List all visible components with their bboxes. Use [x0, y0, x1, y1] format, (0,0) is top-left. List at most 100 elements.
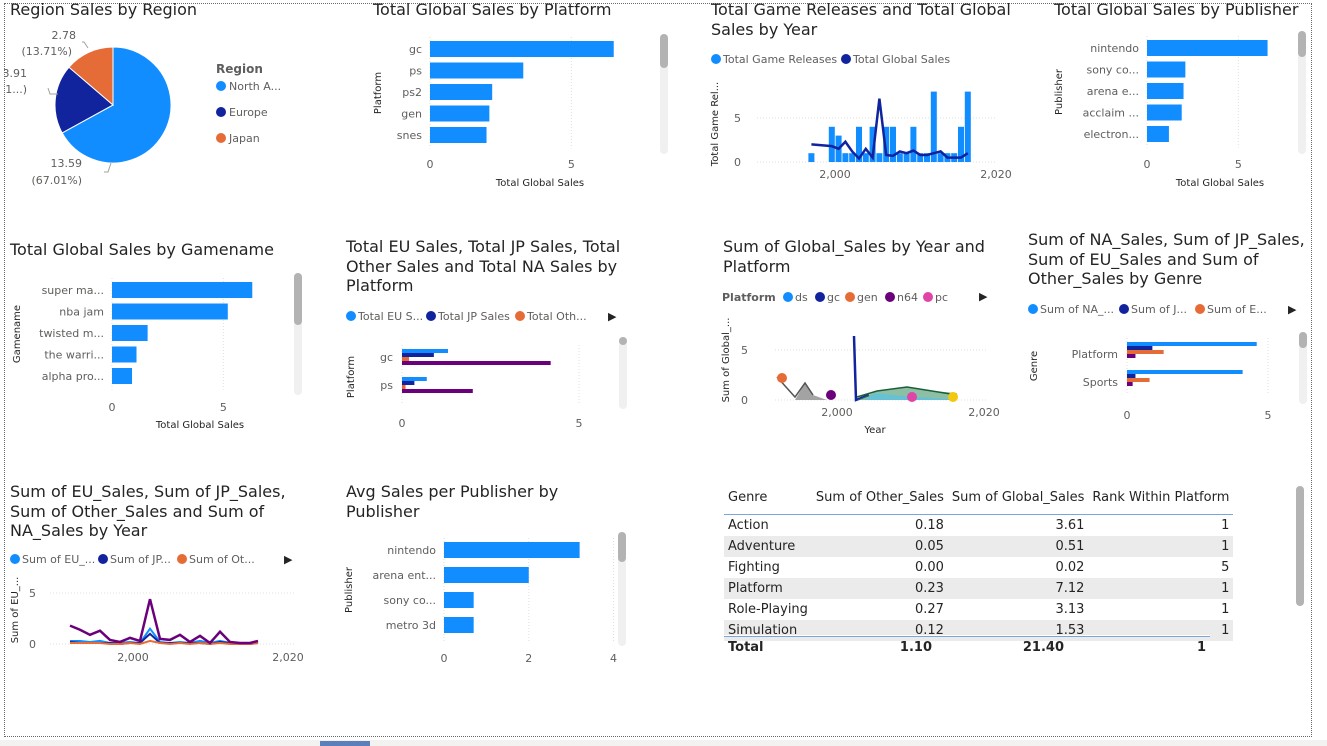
legend-item: Total JP Sales: [437, 310, 510, 323]
y-tick-label: 0: [741, 394, 748, 407]
releases-combo-visual[interactable]: Total Game Releases and Total Global Sal…: [705, 0, 1020, 200]
table-total-row: Total 1.10 21.40 1: [724, 636, 1210, 658]
legend-marker: [841, 54, 851, 64]
y-tick-label: 5: [734, 112, 741, 125]
column-header[interactable]: Sum of Global_Sales: [948, 480, 1089, 515]
genre-table-visual[interactable]: Genre Sum of Other_Sales Sum of Global_S…: [722, 480, 1312, 665]
bar: [842, 153, 849, 162]
publisher-bar-chart: 0 5 nintendo sony co... arena e... acclaim ..…: [1054, 36, 1268, 189]
bar: [1127, 374, 1136, 378]
bar: [402, 377, 427, 381]
region-pie-visual[interactable]: Region Sales by Region 13.59 (67.01%) 3.91…: [4, 0, 334, 200]
scrollbar-track[interactable]: [1299, 332, 1307, 404]
bar: [896, 153, 903, 162]
x-axis-title: Total Global Sales: [1175, 178, 1264, 189]
bar: [402, 361, 551, 365]
scrollbar-thumb[interactable]: [1296, 486, 1304, 606]
scrollbar-thumb[interactable]: [660, 34, 668, 68]
bar: [1127, 378, 1150, 382]
row-label: Platform: [724, 578, 812, 599]
table-row[interactable]: Action 0.18 3.61 1: [724, 515, 1233, 537]
legend-item: Sum of E...: [1207, 303, 1267, 316]
table-row[interactable]: Role-Playing 0.27 3.13 1: [724, 599, 1233, 620]
year-lines-visual[interactable]: Sum of EU_Sales, Sum of JP_Sales, Sum of…: [4, 482, 314, 672]
platform-bar-visual[interactable]: Total Global Sales by Platform 0 5 gc ps ps2…: [340, 0, 675, 200]
y-tick-label: Sports: [1083, 376, 1119, 389]
table-row[interactable]: Fighting 0.00 0.02 5: [724, 557, 1233, 578]
legend-item: Total EU S...: [357, 310, 423, 323]
legend-item: Total Global Sales: [852, 53, 950, 66]
scrollbar-thumb[interactable]: [619, 337, 627, 345]
y-tick-label: ps: [380, 379, 393, 392]
column-header[interactable]: Genre: [724, 480, 812, 515]
scrollbar-thumb[interactable]: [618, 532, 626, 562]
scrollbar-track[interactable]: [294, 273, 302, 395]
region-platform-bar-visual[interactable]: Total EU Sales, Total JP Sales, Total Ot…: [340, 237, 640, 437]
x-tick-label: 0: [1124, 409, 1131, 422]
table-row[interactable]: Platform 0.23 7.12 1: [724, 578, 1234, 599]
scrollbar-track[interactable]: [1298, 31, 1306, 154]
scrollbar-thumb[interactable]: [1298, 31, 1306, 57]
column-header[interactable]: Sum of Other_Sales: [812, 480, 948, 515]
y-tick-label: snes: [397, 129, 422, 142]
row-label: Adventure: [724, 536, 812, 557]
scrollbar-thumb[interactable]: [294, 273, 302, 325]
genre-bar-visual[interactable]: Sum of NA_Sales, Sum of JP_Sales, Sum of…: [1022, 230, 1322, 430]
legend-marker-1: [216, 107, 226, 117]
bar: [1127, 382, 1133, 386]
column-header[interactable]: Rank Within Platform: [1088, 480, 1233, 515]
legend-item: Sum of J...: [1131, 303, 1187, 316]
data-point: [777, 373, 787, 383]
bar: [444, 617, 474, 633]
bar: [112, 368, 133, 384]
legend-marker: [515, 311, 525, 321]
y-axis-title: Publisher: [1054, 68, 1065, 115]
scrollbar-track[interactable]: [660, 34, 668, 154]
table-cell: 3.13: [1055, 602, 1085, 617]
x-tick-label: 5: [220, 401, 227, 414]
legend-marker: [815, 292, 825, 302]
y-tick-label: alpha pro...: [42, 370, 104, 383]
table-cell: 0.00: [914, 560, 944, 575]
table-cell: 0.27: [914, 602, 944, 617]
gamename-bar-visual[interactable]: Total Global Sales by Gamename 0 5 super m…: [4, 240, 314, 440]
legend-next-arrow: ▶: [979, 290, 988, 303]
bar: [964, 91, 971, 162]
bar: [910, 126, 917, 162]
bar: [112, 346, 137, 363]
scrollbar-track[interactable]: [619, 337, 627, 409]
bar: [1147, 40, 1268, 56]
x-tick-label: 2,000: [117, 651, 149, 664]
bar: [402, 381, 415, 385]
year-platform-area-visual[interactable]: Sum of Global_Sales by Year and Platform…: [717, 237, 1007, 442]
bar: [430, 84, 493, 100]
table-row[interactable]: Adventure 0.05 0.51 1: [724, 536, 1234, 557]
active-page-tab[interactable]: [320, 741, 370, 746]
avg-publisher-bar-visual[interactable]: Avg Sales per Publisher by Publisher 024…: [340, 482, 635, 672]
bar: [1127, 370, 1243, 374]
data-label: 13.59: [51, 157, 83, 170]
data-label: (67.01%): [31, 174, 82, 187]
table-cell: 1: [1221, 602, 1230, 617]
y-tick-label: nintendo: [387, 544, 436, 557]
y-tick-label: 0: [734, 156, 741, 169]
bar: [808, 153, 815, 162]
x-tick-label: 2,020: [272, 651, 304, 664]
legend-marker: [783, 292, 793, 302]
y-tick-label: sony co...: [383, 594, 436, 607]
bar: [1127, 350, 1164, 354]
y-axis-title: Sum of Global_...: [721, 318, 732, 403]
scrollbar-thumb[interactable]: [1299, 332, 1307, 348]
scrollbar-track[interactable]: [1296, 486, 1304, 606]
publisher-bar-visual[interactable]: Total Global Sales by Publisher 0 5 ninten…: [1048, 0, 1318, 200]
legend-marker: [1119, 304, 1129, 314]
bar: [862, 153, 869, 162]
bar: [903, 153, 910, 162]
legend-item: gen: [857, 291, 878, 304]
legend-item: Sum of NA_...: [1040, 303, 1114, 316]
scrollbar-track[interactable]: [618, 532, 626, 646]
data-label: 2.78: [52, 29, 77, 42]
data-table: Genre Sum of Other_Sales Sum of Global_S…: [724, 480, 1234, 641]
bar: [430, 62, 524, 79]
leader-line: [104, 162, 112, 173]
